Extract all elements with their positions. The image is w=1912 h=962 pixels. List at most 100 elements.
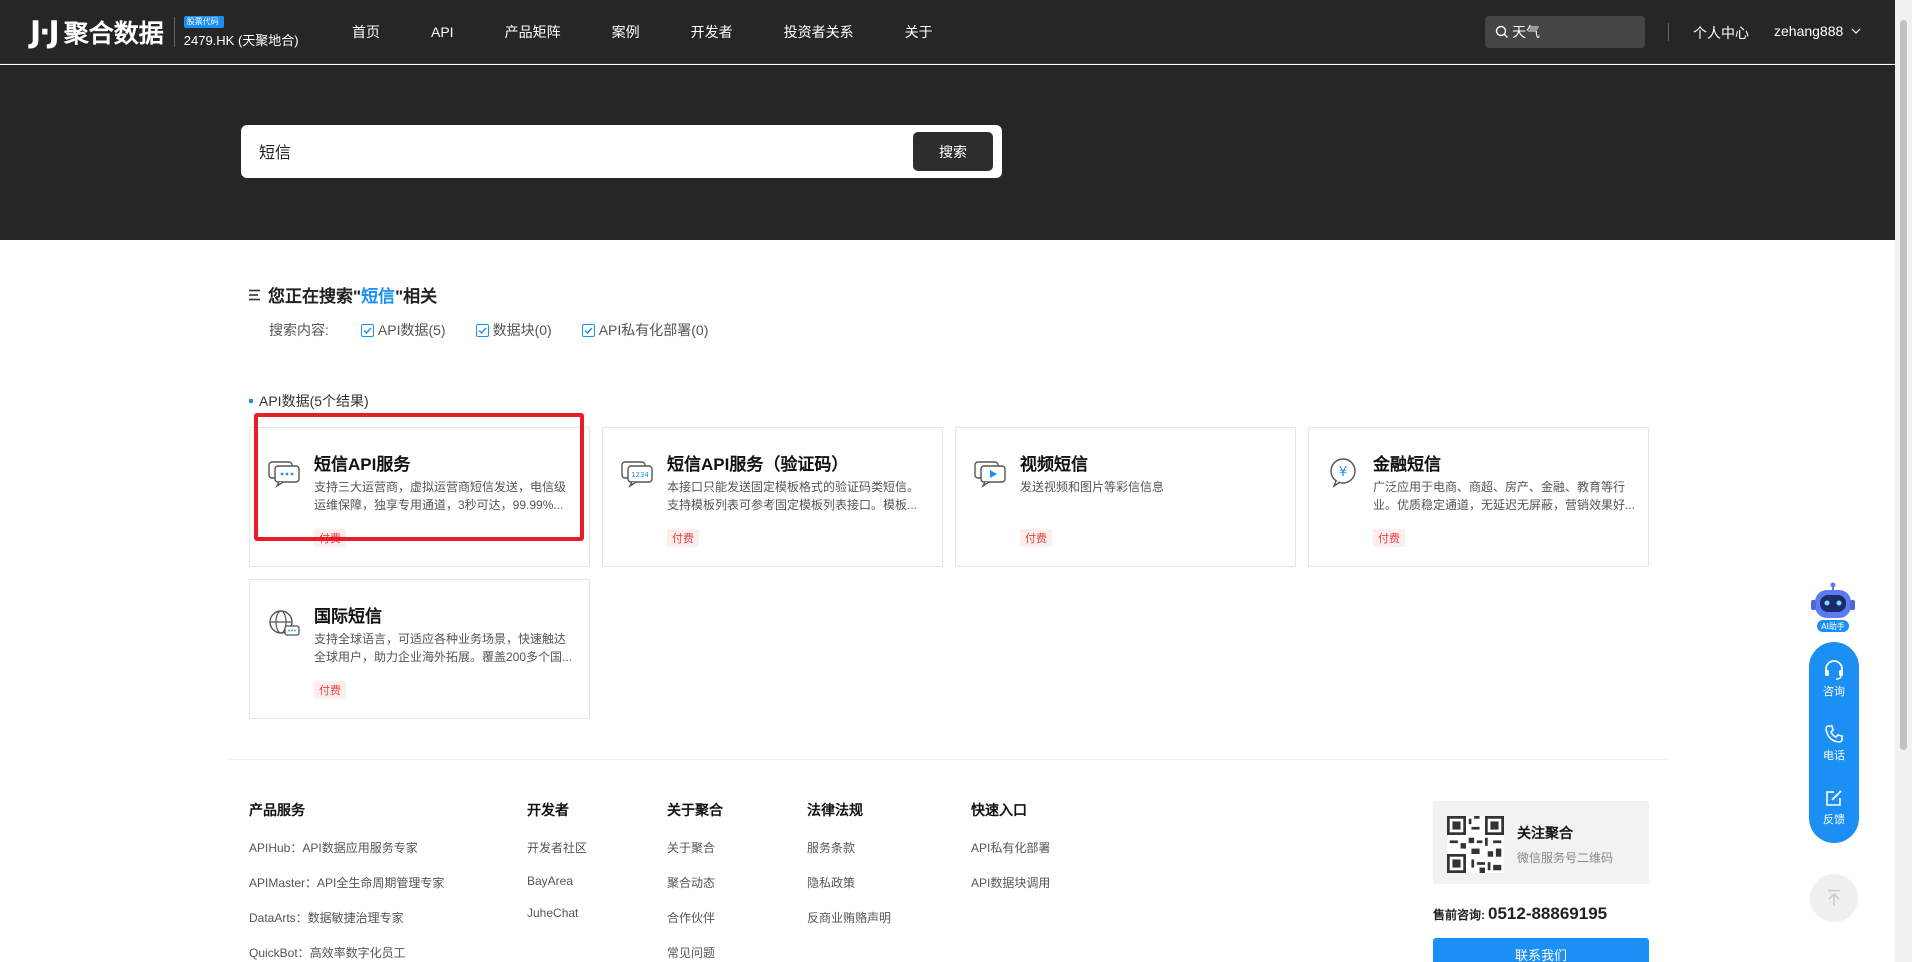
nav-about[interactable]: 关于: [905, 22, 933, 42]
card-title: 金融短信: [1373, 455, 1441, 474]
footer-link[interactable]: APIHub：API数据应用服务专家: [249, 839, 444, 856]
footer-link[interactable]: 隐私政策: [807, 874, 891, 891]
chat-1234-icon: 1234: [621, 461, 653, 489]
filter-private-deploy-label: API私有化部署(0): [598, 322, 709, 338]
footer-link[interactable]: 关于聚合: [667, 839, 723, 856]
search-button[interactable]: 搜索: [913, 132, 993, 171]
search-filters: 搜索内容: API数据(5) 数据块(0) API私有化部署(0): [269, 320, 708, 340]
top-navigation-bar: J·J 聚合数据 股票代码 2479.HK (天聚地合) 首页 API 产品矩阵…: [0, 0, 1895, 64]
filter-api-data-label: API数据(5): [377, 322, 446, 338]
api-card[interactable]: 1234 短信API服务（验证码） 本接口只能发送固定模板格式的验证码类短信。支…: [602, 427, 943, 567]
footer-link[interactable]: 常见问题: [667, 944, 723, 961]
logo-text: 聚合数据: [63, 20, 164, 48]
filter-data-block[interactable]: 数据块(0): [475, 320, 552, 340]
chat-dots-icon: [268, 461, 300, 489]
footer-link[interactable]: DataArts：数据敏捷治理专家: [249, 909, 444, 926]
wechat-qr-panel: 关注聚合 微信服务号二维码: [1433, 801, 1649, 884]
heading-keyword: 短信: [361, 287, 396, 306]
consult-button[interactable]: 咨询: [1809, 660, 1859, 699]
card-description: 支持三大运营商，虚拟运营商短信发送，电信级运维保障，独享专用通道，3秒可达，99…: [314, 480, 567, 512]
card-title: 视频短信: [1020, 455, 1088, 474]
ai-assistant-icon[interactable]: AI助手: [1809, 582, 1857, 634]
card-description: 本接口只能发送固定模板格式的验证码类短信。支持模板列表可参考固定模板列表接口。模…: [667, 480, 920, 512]
paid-badge: 付费: [314, 529, 346, 547]
api-card[interactable]: 短信API服务 支持三大运营商，虚拟运营商短信发送，电信级运维保障，独享专用通道…: [249, 427, 590, 567]
consult-label: 咨询: [1823, 686, 1845, 698]
nav-developers[interactable]: 开发者: [691, 22, 733, 42]
filter-api-data[interactable]: API数据(5): [360, 320, 446, 340]
footer-column-quick: 快速入口 API私有化部署 API数据块调用: [971, 800, 1050, 909]
api-card[interactable]: 国际短信 支持全球语言，可适应各种业务场景，快速触达全球用户，助力企业海外拓展。…: [249, 579, 590, 719]
phone-icon: [1825, 725, 1843, 743]
hotline-number: 0512-88869195: [1488, 904, 1608, 923]
header-search-input[interactable]: 天气: [1485, 16, 1645, 48]
nav-investors[interactable]: 投资者关系: [784, 22, 854, 42]
personal-center-link[interactable]: 个人中心: [1693, 23, 1749, 43]
card-title: 国际短信: [314, 607, 382, 626]
scrollbar-thumb[interactable]: [1900, 20, 1907, 750]
scrollbar[interactable]: [1895, 0, 1912, 962]
nav-products[interactable]: 产品矩阵: [505, 22, 561, 42]
bullet-dot: [249, 399, 253, 403]
logo-mark: J·J: [30, 14, 60, 50]
footer-link[interactable]: QuickBot：高效率数字化员工: [249, 944, 444, 961]
feedback-button[interactable]: 反馈: [1809, 788, 1859, 827]
nav-api[interactable]: API: [431, 24, 454, 40]
filter-label: 搜索内容:: [269, 322, 329, 338]
heading-prefix: 您正在搜索": [268, 287, 362, 306]
chevron-down-icon: [1851, 28, 1861, 34]
stock-badge: 股票代码: [183, 15, 224, 28]
footer-link[interactable]: 服务条款: [807, 839, 891, 856]
footer-column-title: 快速入口: [971, 802, 1027, 818]
main-search-input[interactable]: 短信: [259, 139, 291, 163]
footer-divider: [229, 759, 1667, 760]
search-icon: [1495, 25, 1508, 38]
footer-column-title: 产品服务: [249, 802, 305, 818]
footer-column-products: 产品服务 APIHub：API数据应用服务专家 APIMaster：API全生命…: [249, 800, 444, 962]
footer-link[interactable]: API私有化部署: [971, 839, 1050, 856]
card-description: 广泛应用于电商、商超、房产、金融、教育等行业。优质稳定通道，无延迟无屏蔽，营销效…: [1373, 480, 1635, 512]
username: zehang888: [1774, 23, 1844, 39]
footer-link[interactable]: 反商业贿赂声明: [807, 909, 891, 926]
paid-badge: 付费: [1020, 529, 1052, 547]
checkbox-checked-icon[interactable]: [360, 323, 374, 337]
footer-link[interactable]: 聚合动态: [667, 874, 723, 891]
user-menu[interactable]: zehang888: [1774, 23, 1861, 39]
checkbox-checked-icon[interactable]: [475, 323, 489, 337]
heading-suffix: "相关: [395, 287, 438, 306]
phone-label: 电话: [1823, 750, 1845, 762]
phone-button[interactable]: 电话: [1809, 724, 1859, 763]
logo[interactable]: J·J 聚合数据 股票代码 2479.HK (天聚地合): [30, 14, 299, 50]
api-card[interactable]: 视频短信 发送视频和图片等彩信信息 付费: [955, 427, 1296, 567]
nav-home[interactable]: 首页: [352, 22, 380, 42]
footer-link[interactable]: API数据块调用: [971, 874, 1050, 891]
footer-link[interactable]: JuheChat: [527, 906, 587, 920]
card-description: 支持全球语言，可适应各种业务场景，快速触达全球用户，助力企业海外拓展。覆盖200…: [314, 632, 573, 664]
api-card[interactable]: ¥ 金融短信 广泛应用于电商、商超、房产、金融、教育等行业。优质稳定通道，无延迟…: [1308, 427, 1649, 567]
list-icon: [249, 289, 260, 300]
arrow-up-icon: [1828, 889, 1840, 906]
main-search-box: 短信 搜索: [241, 125, 1002, 178]
back-to-top-button[interactable]: [1810, 874, 1858, 922]
footer-link[interactable]: APIMaster：API全生命周期管理专家: [249, 874, 444, 891]
svg-text:1234: 1234: [631, 471, 649, 479]
headset-icon: [1825, 660, 1843, 680]
footer-column-developers: 开发者 开发者社区 BayArea JuheChat: [527, 800, 587, 938]
paid-badge: 付费: [667, 529, 699, 547]
stock-info: 股票代码 2479.HK (天聚地合): [183, 15, 299, 49]
paid-badge: 付费: [314, 681, 346, 699]
footer-link[interactable]: BayArea: [527, 874, 587, 888]
logo-divider: [173, 17, 175, 47]
filter-private-deploy[interactable]: API私有化部署(0): [581, 320, 709, 340]
checkbox-checked-icon[interactable]: [581, 323, 595, 337]
search-result-heading: 您正在搜索" 短信 "相关: [249, 282, 437, 307]
contact-us-button[interactable]: 联系我们: [1433, 938, 1649, 962]
floating-contact-bar: 咨询 电话 反馈: [1809, 642, 1859, 843]
footer-column-title: 法律法规: [807, 802, 863, 818]
footer-link[interactable]: 开发者社区: [527, 839, 587, 856]
nav-cases[interactable]: 案例: [612, 22, 640, 42]
section-label: API数据(5个结果): [249, 391, 369, 411]
footer-link[interactable]: 合作伙伴: [667, 909, 723, 926]
footer-column-title: 关于聚合: [667, 802, 723, 818]
stock-code: 2479.HK (天聚地合): [183, 32, 299, 48]
